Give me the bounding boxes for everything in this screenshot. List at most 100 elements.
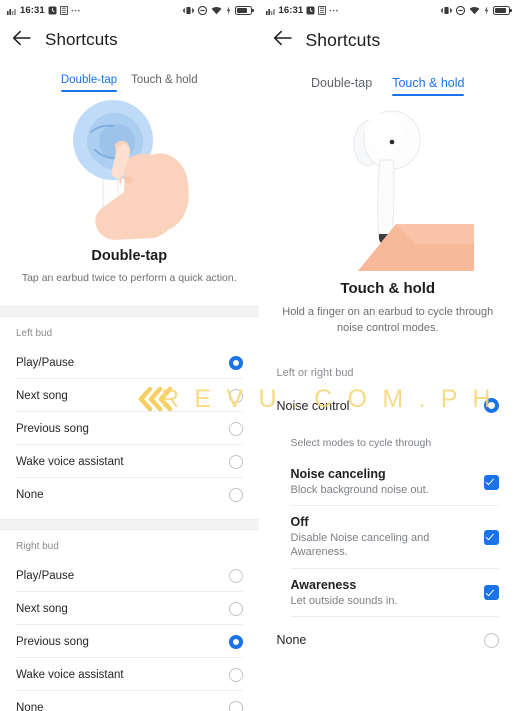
hero-subtitle: Tap an earbud twice to perform a quick a…	[21, 272, 237, 284]
section-separator	[0, 519, 259, 531]
mode-row-off[interactable]: Off Disable Noise canceling and Awarenes…	[259, 506, 517, 569]
app-icon	[59, 5, 68, 15]
option-label: None	[276, 633, 307, 648]
option-row-right-previous-song[interactable]: Previous song	[0, 625, 259, 659]
double-tap-illustration	[0, 92, 259, 244]
option-label: Wake voice assistant	[16, 455, 124, 468]
option-row-right-next-song[interactable]: Next song	[0, 592, 259, 626]
app-icon	[318, 5, 327, 15]
page-title: Shortcuts	[305, 29, 381, 50]
tab-touch-and-hold[interactable]: Touch & hold	[392, 76, 465, 96]
hero-title: Double-tap	[91, 248, 168, 264]
radio-right-next-song[interactable]	[228, 601, 243, 616]
mode-title: Off	[290, 515, 309, 530]
option-label: None	[16, 701, 44, 711]
back-arrow-icon[interactable]	[12, 30, 31, 51]
mode-text: Noise canceling Block background noise o…	[291, 467, 485, 497]
option-label: Next song	[16, 389, 68, 402]
radio-right-play-pause[interactable]	[228, 568, 243, 583]
modes-hint-label: Select modes to cycle through	[290, 436, 432, 449]
mode-description: Block background noise out.	[290, 483, 429, 496]
option-label: Play/Pause	[16, 356, 75, 369]
wifi-icon	[469, 6, 480, 15]
radio-left-next-song[interactable]	[228, 388, 243, 403]
radio-none[interactable]	[484, 632, 499, 648]
dnd-icon	[456, 5, 465, 15]
mode-text: Awareness Let outside sounds in.	[291, 578, 485, 608]
option-label: Previous song	[16, 635, 89, 648]
option-label: Next song	[16, 602, 68, 615]
more-icon	[329, 8, 339, 12]
option-label: Previous song	[16, 422, 89, 435]
option-row-left-next-song[interactable]: Next song	[0, 379, 259, 413]
vibrate-icon	[182, 6, 194, 15]
radio-right-none[interactable]	[228, 700, 243, 711]
signal-bars-icon	[7, 6, 17, 15]
option-row-none[interactable]: None	[259, 621, 517, 659]
status-bar-left: 16:31	[7, 5, 81, 16]
status-bar: 16:31	[259, 0, 517, 20]
status-bar: 16:31	[0, 0, 259, 20]
status-bar-right	[182, 5, 254, 15]
mode-description: Disable Noise canceling and Awareness.	[290, 532, 430, 559]
radio-right-wake-voice-assistant[interactable]	[228, 667, 243, 682]
signal-bars-icon	[265, 6, 276, 15]
mode-text: Off Disable Noise canceling and Awarenes…	[291, 515, 485, 560]
radio-noise-control[interactable]	[484, 398, 499, 414]
alarm-icon	[48, 6, 57, 15]
more-icon	[71, 8, 81, 12]
app-bar: Shortcuts	[0, 20, 259, 60]
mode-row-noise-canceling[interactable]: Noise canceling Block background noise o…	[259, 458, 517, 507]
double-tap-screen: 16:31 Shortcuts Double-tap Touch & hold …	[0, 0, 259, 711]
option-row-noise-control[interactable]: Noise control	[259, 387, 517, 425]
checkbox-awareness[interactable]	[484, 585, 499, 601]
mode-row-awareness[interactable]: Awareness Let outside sounds in.	[259, 569, 517, 618]
section-label-left-or-right-bud: Left or right bud	[276, 366, 354, 379]
section-label-left-bud: Left bud	[16, 328, 53, 340]
option-row-left-none[interactable]: None	[0, 478, 259, 511]
option-label: Play/Pause	[16, 569, 75, 582]
option-row-left-play-pause[interactable]: Play/Pause	[0, 346, 259, 380]
option-row-right-wake-voice-assistant[interactable]: Wake voice assistant	[0, 658, 259, 692]
touch-and-hold-screen: 16:31 Shortcuts Double-tap Touch & hold …	[258, 0, 517, 711]
app-bar: Shortcuts	[259, 20, 517, 60]
battery-icon	[234, 5, 254, 15]
tab-double-tap[interactable]: Double-tap	[60, 74, 118, 92]
option-label: Noise control	[276, 398, 350, 413]
radio-right-previous-song[interactable]	[228, 634, 243, 649]
tab-bar: Double-tap Touch & hold	[259, 76, 517, 96]
charging-icon	[484, 5, 489, 15]
option-row-left-wake-voice-assistant[interactable]: Wake voice assistant	[0, 445, 259, 479]
radio-left-previous-song[interactable]	[228, 421, 243, 436]
tab-double-tap[interactable]: Double-tap	[311, 76, 372, 96]
hero-title: Touch & hold	[340, 280, 436, 297]
option-row-right-play-pause[interactable]: Play/Pause	[0, 559, 259, 593]
mode-title: Noise canceling	[290, 466, 386, 481]
page-title: Shortcuts	[45, 30, 118, 49]
status-bar-time: 16:31	[20, 4, 45, 16]
alarm-icon	[306, 6, 315, 15]
option-label: Wake voice assistant	[16, 668, 124, 681]
touch-and-hold-illustration	[259, 96, 517, 276]
radio-left-play-pause[interactable]	[228, 355, 243, 370]
back-arrow-icon[interactable]	[273, 30, 292, 51]
section-separator	[0, 306, 259, 318]
tab-touch-and-hold[interactable]: Touch & hold	[131, 74, 198, 92]
tab-bar: Double-tap Touch & hold	[0, 74, 259, 92]
checkbox-noise-canceling[interactable]	[484, 474, 499, 490]
radio-left-none[interactable]	[228, 487, 243, 502]
status-bar-left: 16:31	[265, 4, 340, 16]
dnd-icon	[197, 5, 207, 15]
charging-icon	[226, 5, 231, 15]
option-row-left-previous-song[interactable]: Previous song	[0, 412, 259, 446]
option-row-right-none[interactable]: None	[0, 691, 259, 711]
status-bar-time: 16:31	[278, 4, 304, 16]
dual-screenshot-container: 16:31 Shortcuts Double-tap Touch & hold …	[0, 0, 517, 711]
section-label-right-bud: Right bud	[16, 541, 59, 553]
mode-description: Let outside sounds in.	[290, 594, 398, 607]
radio-left-wake-voice-assistant[interactable]	[228, 454, 243, 469]
option-label: None	[16, 488, 44, 501]
status-bar-right	[441, 5, 512, 15]
checkbox-off[interactable]	[484, 529, 499, 545]
hero-subtitle: Hold a finger on an earbud to cycle thro…	[282, 306, 494, 334]
